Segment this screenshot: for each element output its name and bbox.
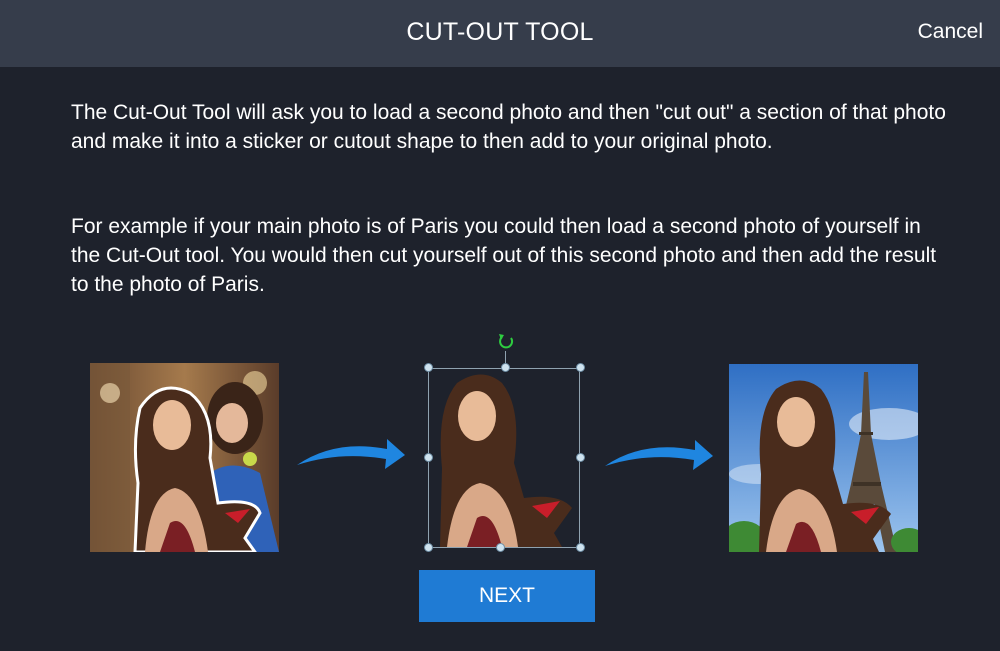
arrow-right-icon <box>605 440 713 470</box>
result-paris-image <box>729 364 918 552</box>
rotate-icon[interactable] <box>496 332 516 352</box>
selection-handle-top-right[interactable] <box>576 363 585 372</box>
cancel-button[interactable]: Cancel <box>918 0 983 67</box>
selection-handle-right[interactable] <box>576 453 585 462</box>
arrow-right-icon <box>297 439 405 469</box>
selection-handle-top[interactable] <box>501 363 510 372</box>
dialog-header: CUT-OUT TOOL Cancel <box>0 0 1000 67</box>
selection-handle-bottom[interactable] <box>496 543 505 552</box>
intro-paragraph-1: The Cut-Out Tool will ask you to load a … <box>71 101 946 153</box>
intro-paragraph-2: For example if your main photo is of Par… <box>71 215 937 296</box>
selection-handle-left[interactable] <box>424 453 433 462</box>
selection-handle-bottom-left[interactable] <box>424 543 433 552</box>
cutout-selection-box[interactable] <box>428 368 580 548</box>
next-button[interactable]: NEXT <box>419 570 595 622</box>
dialog-title: CUT-OUT TOOL <box>406 18 594 46</box>
original-photo-image <box>90 363 279 552</box>
selection-handle-bottom-right[interactable] <box>576 543 585 552</box>
selection-handle-top-left[interactable] <box>424 363 433 372</box>
